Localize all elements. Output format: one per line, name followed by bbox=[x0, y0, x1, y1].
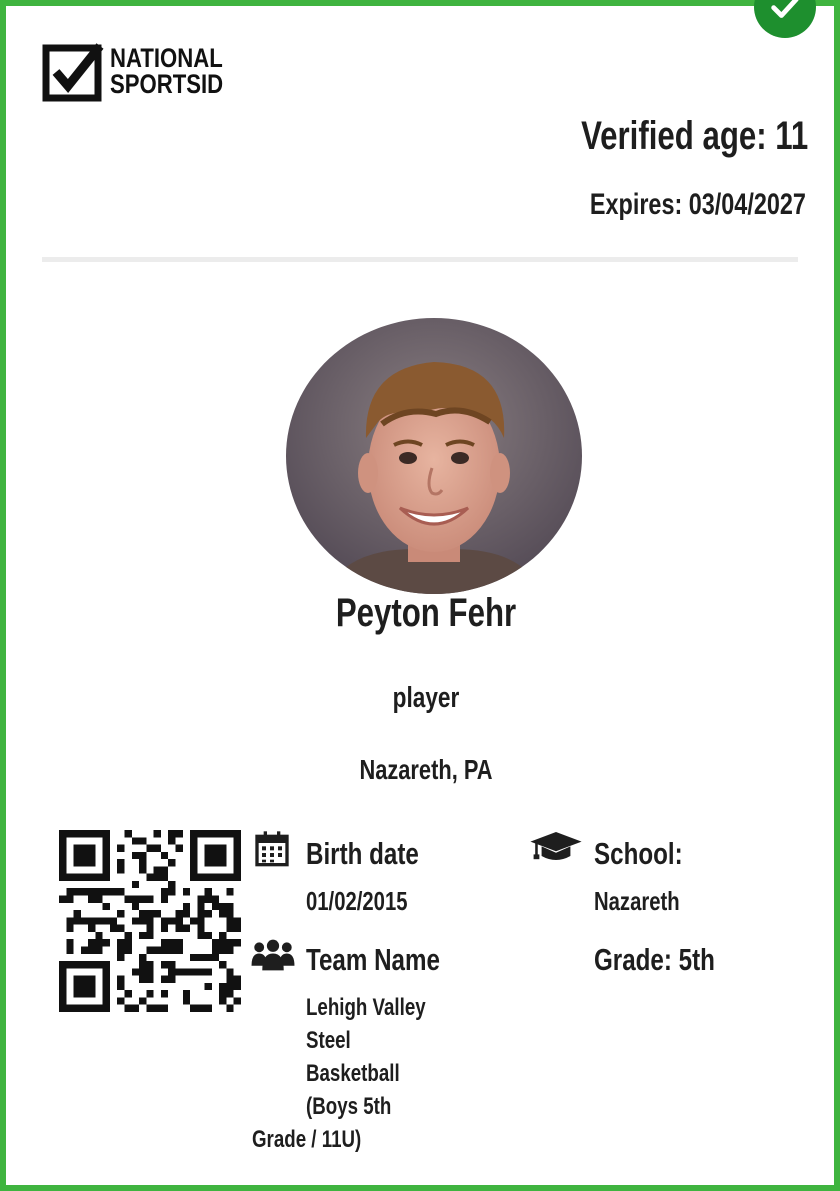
qr-code bbox=[59, 830, 241, 1012]
expiry-date: Expires: 03/04/2027 bbox=[590, 188, 806, 221]
team-line-1: Lehigh Valley bbox=[306, 994, 426, 1021]
brand-line-1: NATIONAL bbox=[110, 43, 223, 73]
team-name-label: Team Name bbox=[306, 942, 440, 977]
checkbox-logo-icon bbox=[42, 43, 104, 102]
verified-age: Verified age: 11 bbox=[580, 114, 808, 158]
team-line-4: (Boys 5th bbox=[306, 1093, 392, 1120]
divider bbox=[42, 257, 798, 262]
team-line-3: Basketball bbox=[306, 1060, 400, 1087]
player-location: Nazareth, PA bbox=[359, 754, 493, 785]
id-card: NATIONAL SPORTSID Verified age: 11 Expir… bbox=[0, 0, 840, 1191]
player-role: player bbox=[392, 682, 460, 714]
brand-wordmark: NATIONAL SPORTSID bbox=[110, 43, 224, 99]
grade-value: Grade: 5th bbox=[594, 942, 715, 977]
check-circle-icon bbox=[754, 0, 816, 38]
team-line-2: Steel bbox=[306, 1027, 351, 1054]
team-line-5: Grade / 11U) bbox=[252, 1126, 362, 1153]
school-value: Nazareth bbox=[594, 886, 680, 916]
brand-line-2: SPORTSID bbox=[110, 69, 224, 99]
player-name: Peyton Fehr bbox=[335, 591, 517, 635]
birth-date-label: Birth date bbox=[306, 836, 419, 871]
birth-date-value: 01/02/2015 bbox=[306, 886, 408, 916]
calendar-icon bbox=[255, 831, 289, 867]
avatar bbox=[286, 318, 582, 594]
graduation-cap-icon bbox=[530, 832, 582, 860]
group-icon bbox=[251, 939, 295, 971]
brand-logo: NATIONAL SPORTSID bbox=[42, 40, 248, 102]
school-label: School: bbox=[594, 836, 683, 871]
